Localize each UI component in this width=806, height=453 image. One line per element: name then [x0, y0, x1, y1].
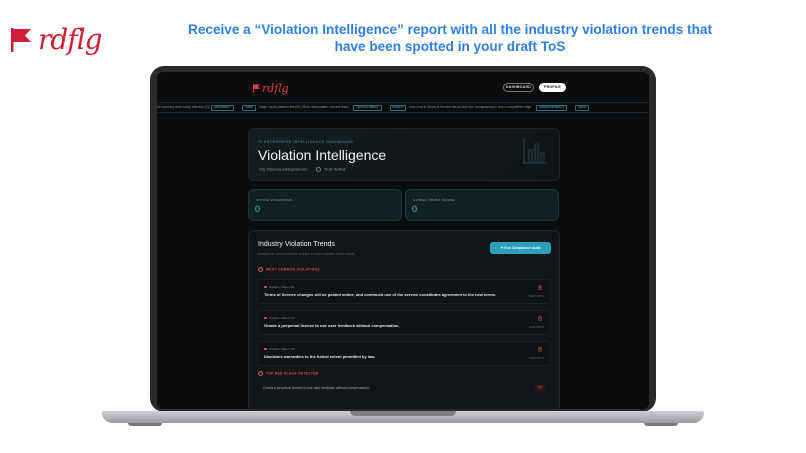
violation-text: Grants a perpetual license to use user f…	[264, 323, 400, 328]
ticker-tag: LEGAL	[575, 105, 590, 111]
ticker-tag: ALERT	[241, 105, 257, 111]
ticker-item[interactable]: ot Licensing done solely effective (21) …	[157, 105, 237, 111]
laptop-notch	[350, 411, 456, 416]
trust-status: Trust Verified	[324, 167, 346, 172]
red-flag-text: Grants a perpetual license to use user f…	[263, 386, 370, 390]
violation-row[interactable]: Violation Pattern #3 Disclaims warrantie…	[257, 341, 551, 366]
violation-text: Terms of Service changes will be posted …	[264, 292, 496, 297]
flag-logo-icon	[11, 28, 31, 52]
violation-row[interactable]: Violation Pattern #1 Terms of Service ch…	[257, 279, 551, 304]
org-email: Org: bilaenoq.null@gmail.com	[259, 167, 308, 172]
shield-icon	[316, 167, 322, 172]
news-ticker: ot Licensing done solely effective (21) …	[157, 102, 649, 113]
laptop-foot-left	[128, 423, 162, 426]
violation-pattern-label: Violation Pattern #1	[268, 285, 295, 289]
ticker-item[interactable]: LEGAL	[575, 105, 592, 111]
ticker-text: User trust in Terms of Service hits all-…	[409, 105, 532, 109]
stat-active-violations: ACTIVE VIOLATIONS 0	[248, 189, 402, 221]
violation-pattern: Violation Pattern #3	[264, 347, 295, 351]
red-flag-badge: 1/8	[535, 385, 545, 390]
stat-label: GLOBAL TRUST SCORE	[413, 198, 455, 202]
stat-global-trust-score: GLOBAL TRUST SCORE 0	[405, 189, 559, 221]
violation-count: 8	[538, 347, 542, 354]
audit-button-label: Run Compliance Audit	[504, 246, 541, 250]
ticker-tag: MODERATE IMPACT	[536, 105, 568, 111]
stat-value: 0	[255, 204, 261, 214]
violation-pattern-label: Violation Pattern #2	[268, 316, 295, 320]
red-flags-heading: TOP RED FLAGS DETECTED	[258, 371, 319, 376]
headline-line-2: have been spotted in your draft ToS	[334, 39, 566, 54]
flag-logo-icon	[253, 84, 260, 93]
violation-row[interactable]: Violation Pattern #2 Grants a perpetual …	[257, 310, 551, 335]
violation-count: 8	[538, 285, 542, 292]
red-dot-icon	[264, 285, 267, 289]
ticker-item[interactable]: MODERATE IMPACT	[536, 105, 570, 111]
violation-pattern: Violation Pattern #1	[264, 285, 295, 289]
ticker-tag: INSIGHT	[389, 105, 407, 111]
ticker-item[interactable]: ALERT Major social platform fined €1.2B f…	[241, 105, 349, 111]
ticker-item[interactable]: CRITICAL IMPACT	[353, 105, 384, 111]
ticker-text: ot Licensing done solely effective (21)	[157, 105, 211, 109]
hero-eyebrow: ENTERPRISE INTELLIGENCE DASHBOARD	[264, 140, 354, 144]
alert-circle-icon	[258, 371, 263, 376]
violation-count-unit: REPORTS	[529, 326, 544, 329]
page-title: Violation Intelligence	[258, 147, 387, 163]
violation-count: 8	[538, 316, 542, 323]
pulse-icon: ∿	[258, 139, 263, 145]
ticker-tag: CRITICAL IMPACT	[353, 105, 382, 111]
headline-line-1: Receive a “Violation Intelligence” repor…	[188, 22, 712, 37]
brand-wordmark: rdflg	[38, 23, 103, 56]
trends-subtitle: COMMON VIOLATIONS & RED FLAGS FROM ANALY…	[258, 252, 355, 256]
red-dot-icon	[264, 316, 267, 320]
org-info: Org: bilaenoq.null@gmail.com Trust Verif…	[259, 167, 345, 172]
trends-title: Industry Violation Trends	[258, 241, 335, 248]
ticker-text: Major social platform fined €1.2B for da…	[259, 105, 349, 109]
red-dot-icon	[264, 347, 267, 351]
hero-card: ∿ ENTERPRISE INTELLIGENCE DASHBOARD Viol…	[248, 128, 560, 181]
ticker-item[interactable]: INSIGHT User trust in Terms of Service hi…	[389, 105, 532, 111]
laptop-foot-right	[644, 423, 678, 426]
stat-label: ACTIVE VIOLATIONS	[256, 198, 293, 202]
ticker-track: ot Licensing done solely effective (21) …	[157, 105, 597, 111]
ticker-tag: HIGH IMPACT	[211, 105, 234, 111]
app-topbar: rdflg DASHBOARD PROFILE	[157, 72, 649, 102]
violation-trends-card: Industry Violation Trends COMMON VIOLATI…	[248, 230, 560, 409]
violation-text: Disclaims warranties to the fullest exte…	[264, 354, 376, 359]
violation-pattern-label: Violation Pattern #3	[268, 347, 295, 351]
violation-count-unit: REPORTS	[529, 357, 544, 360]
laptop-screen: rdflg DASHBOARD PROFILE ot Licensing don…	[157, 72, 649, 409]
stat-value: 0	[412, 204, 418, 214]
app-logo[interactable]: rdflg	[253, 83, 289, 94]
brand-logo: rdflg	[10, 23, 103, 56]
alert-circle-icon	[258, 267, 263, 272]
violation-count-unit: REPORTS	[529, 295, 544, 298]
red-flags-heading-label: TOP RED FLAGS DETECTED	[266, 371, 319, 376]
red-flag-row[interactable]: Grants a perpetual license to use user f…	[257, 383, 551, 393]
headline: Receive a “Violation Intelligence” repor…	[140, 21, 760, 55]
nav-profile-button[interactable]: PROFILE	[539, 83, 566, 92]
run-compliance-audit-button[interactable]: ✦ Run Compliance Audit	[490, 242, 551, 254]
app-logo-wordmark: rdflg	[262, 82, 289, 95]
violation-pattern: Violation Pattern #2	[264, 316, 295, 320]
nav-dashboard-button[interactable]: DASHBOARD	[503, 83, 534, 92]
most-common-heading-label: MOST COMMON VIOLATIONS	[266, 267, 320, 272]
most-common-heading: MOST COMMON VIOLATIONS	[258, 267, 320, 272]
bar-chart-icon	[523, 138, 547, 164]
